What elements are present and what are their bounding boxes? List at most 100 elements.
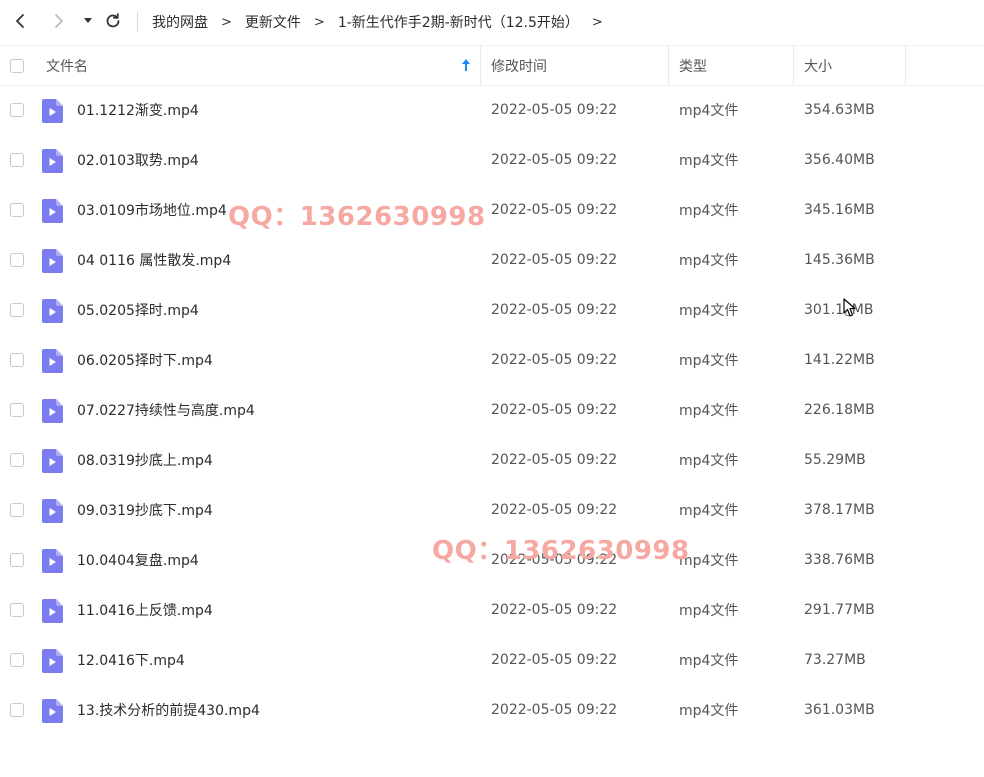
breadcrumb-separator: > — [313, 14, 325, 30]
file-name[interactable]: 02.0103取势.mp4 — [77, 135, 199, 185]
file-modified-time: 2022-05-05 09:22 — [491, 302, 618, 318]
forward-button[interactable] — [48, 10, 70, 32]
file-size: 354.63MB — [804, 102, 875, 118]
file-name[interactable]: 03.0109市场地位.mp4 — [77, 185, 227, 235]
file-name[interactable]: 09.0319抄底下.mp4 — [77, 485, 213, 535]
video-file-icon — [42, 699, 63, 723]
file-modified-time: 2022-05-05 09:22 — [491, 252, 618, 268]
file-name[interactable]: 08.0319抄底上.mp4 — [77, 435, 213, 485]
file-modified-time: 2022-05-05 09:22 — [491, 202, 618, 218]
breadcrumb-item[interactable]: 我的网盘 — [152, 12, 208, 32]
file-name[interactable]: 07.0227持续性与高度.mp4 — [77, 385, 255, 435]
file-modified-time: 2022-05-05 09:22 — [491, 502, 618, 518]
file-type: mp4文件 — [679, 453, 739, 469]
file-row[interactable]: 13.技术分析的前提430.mp4 2022-05-05 09:22 mp4文件 36… — [0, 685, 984, 735]
file-row[interactable]: 03.0109市场地位.mp4 2022-05-05 09:22 mp4文件 345.… — [0, 185, 984, 235]
file-modified-time: 2022-05-05 09:22 — [491, 552, 618, 568]
column-divider[interactable] — [793, 46, 794, 85]
row-checkbox[interactable] — [10, 453, 24, 467]
row-checkbox[interactable] — [10, 353, 24, 367]
refresh-button[interactable] — [102, 10, 124, 32]
file-name[interactable]: 10.0404复盘.mp4 — [77, 535, 199, 585]
file-name[interactable]: 05.0205择时.mp4 — [77, 285, 199, 335]
breadcrumb-item[interactable]: 1-新生代作手2期-新时代（12.5开始） — [338, 12, 579, 32]
file-type: mp4文件 — [679, 703, 739, 719]
breadcrumb-separator: > — [221, 14, 232, 30]
file-row[interactable]: 11.0416上反馈.mp4 2022-05-05 09:22 mp4文件 291.7… — [0, 585, 984, 635]
column-header-name[interactable]: 文件名 — [46, 46, 88, 85]
file-modified-time: 2022-05-05 09:22 — [491, 152, 618, 168]
row-checkbox[interactable] — [10, 653, 24, 667]
mouse-cursor-icon — [843, 298, 856, 317]
file-modified-time: 2022-05-05 09:22 — [491, 102, 618, 118]
file-name[interactable]: 04 0116 属性散发.mp4 — [77, 235, 231, 285]
column-label-size: 大小 — [804, 58, 832, 75]
row-checkbox[interactable] — [10, 303, 24, 317]
row-checkbox[interactable] — [10, 203, 24, 217]
file-row[interactable]: 12.0416下.mp4 2022-05-05 09:22 mp4文件 73.27MB — [0, 635, 984, 685]
file-row[interactable]: 07.0227持续性与高度.mp4 2022-05-05 09:22 mp4文件 22… — [0, 385, 984, 435]
file-size: 73.27MB — [804, 652, 866, 668]
file-size: 141.22MB — [804, 352, 875, 368]
navigation-bar: 我的网盘 > 更新文件 > 1-新生代作手2期-新时代（12.5开始） > — [0, 0, 984, 44]
file-type: mp4文件 — [679, 603, 739, 619]
video-file-icon — [42, 599, 63, 623]
file-row[interactable]: 08.0319抄底上.mp4 2022-05-05 09:22 mp4文件 55.29… — [0, 435, 984, 485]
file-name[interactable]: 11.0416上反馈.mp4 — [77, 585, 213, 635]
row-checkbox[interactable] — [10, 153, 24, 167]
column-label-name: 文件名 — [46, 58, 88, 75]
refresh-icon — [106, 13, 120, 28]
video-file-icon — [42, 149, 63, 173]
row-checkbox[interactable] — [10, 253, 24, 267]
file-type: mp4文件 — [679, 303, 739, 319]
row-checkbox[interactable] — [10, 603, 24, 617]
file-type: mp4文件 — [679, 653, 739, 669]
file-name[interactable]: 06.0205择时下.mp4 — [77, 335, 213, 385]
row-checkbox[interactable] — [10, 403, 24, 417]
video-file-icon — [42, 549, 63, 573]
file-row[interactable]: 04 0116 属性散发.mp4 2022-05-05 09:22 mp4文件 145… — [0, 235, 984, 285]
row-checkbox[interactable] — [10, 103, 24, 117]
video-file-icon — [42, 499, 63, 523]
file-size: 338.76MB — [804, 552, 875, 568]
file-size: 356.40MB — [804, 152, 875, 168]
file-size: 345.16MB — [804, 202, 875, 218]
row-checkbox[interactable] — [10, 553, 24, 567]
file-size: 55.29MB — [804, 452, 866, 468]
column-divider[interactable] — [668, 46, 669, 85]
arrow-up-icon[interactable] — [461, 58, 471, 72]
chevron-right-icon — [55, 14, 63, 28]
file-row[interactable]: 05.0205择时.mp4 2022-05-05 09:22 mp4文件 301.1▯… — [0, 285, 984, 335]
column-header-size[interactable]: 大小 — [804, 46, 832, 85]
file-size: 301.1▯MB — [804, 302, 874, 318]
column-header-modified[interactable]: 修改时间 — [491, 46, 547, 85]
video-file-icon — [42, 349, 63, 373]
column-header-type[interactable]: 类型 — [679, 46, 707, 85]
file-name[interactable]: 12.0416下.mp4 — [77, 635, 185, 685]
file-list-header: 文件名 修改时间 类型 大小 — [0, 45, 984, 86]
file-size: 291.77MB — [804, 602, 875, 618]
file-row[interactable]: 09.0319抄底下.mp4 2022-05-05 09:22 mp4文件 378.1… — [0, 485, 984, 535]
chevron-left-icon — [16, 14, 24, 28]
file-modified-time: 2022-05-05 09:22 — [491, 602, 618, 618]
row-checkbox[interactable] — [10, 703, 24, 717]
toolbar-divider — [137, 12, 138, 32]
select-all-checkbox[interactable] — [10, 58, 24, 73]
video-file-icon — [42, 199, 63, 223]
file-row[interactable]: 10.0404复盘.mp4 2022-05-05 09:22 mp4文件 338.76… — [0, 535, 984, 585]
video-file-icon — [42, 649, 63, 673]
column-divider[interactable] — [905, 46, 906, 85]
file-name[interactable]: 13.技术分析的前提430.mp4 — [77, 685, 260, 735]
row-checkbox[interactable] — [10, 503, 24, 517]
history-dropdown-button[interactable] — [77, 10, 99, 32]
back-button[interactable] — [9, 10, 31, 32]
select-all-cell — [10, 46, 24, 85]
file-name[interactable]: 01.1212渐变.mp4 — [77, 85, 199, 135]
file-row[interactable]: 06.0205择时下.mp4 2022-05-05 09:22 mp4文件 141.2… — [0, 335, 984, 385]
file-type: mp4文件 — [679, 353, 739, 369]
breadcrumb: 我的网盘 > 更新文件 > 1-新生代作手2期-新时代（12.5开始） > — [152, 0, 616, 44]
file-row[interactable]: 01.1212渐变.mp4 2022-05-05 09:22 mp4文件 354.63… — [0, 85, 984, 135]
file-row[interactable]: 02.0103取势.mp4 2022-05-05 09:22 mp4文件 356.40… — [0, 135, 984, 185]
column-divider[interactable] — [480, 46, 481, 85]
breadcrumb-item[interactable]: 更新文件 — [245, 12, 301, 32]
